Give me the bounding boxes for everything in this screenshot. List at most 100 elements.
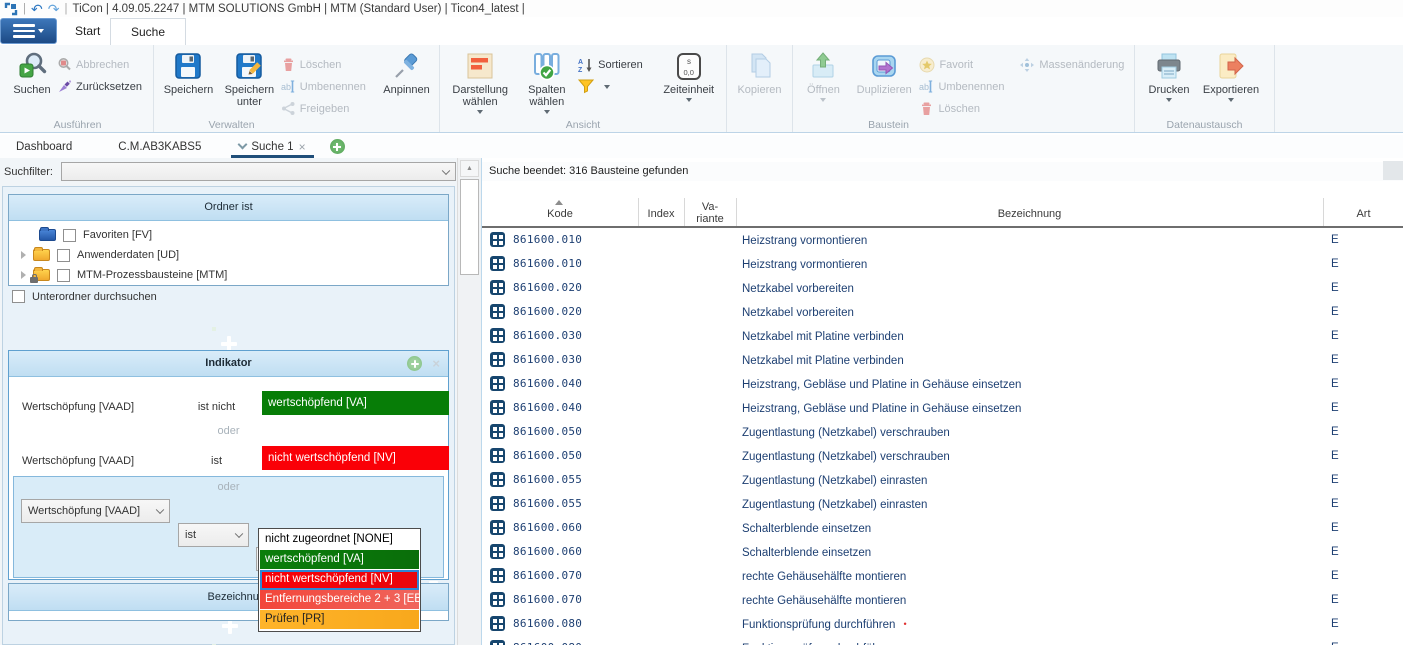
ribbon-group-ansicht: Darstellung wählen Spalten wählen AZ Sor… (440, 45, 727, 132)
table-row[interactable]: 861600.050Zugentlastung (Netzkabel) vers… (482, 444, 1403, 468)
trash-icon (281, 57, 296, 72)
speichern-unter-button[interactable]: Speichern unter (218, 48, 281, 108)
suchfilter-combobox[interactable] (61, 162, 456, 181)
table-row[interactable]: 861600.060Schalterblende einsetzenE (482, 540, 1403, 564)
table-row[interactable]: 861600.030Netzkabel mit Platine verbinde… (482, 348, 1403, 372)
close-indikator-icon[interactable]: × (432, 351, 440, 376)
baustein-icon (490, 544, 505, 559)
loeschen-button: Löschen (281, 55, 379, 74)
exportieren-button[interactable]: Exportieren (1198, 48, 1264, 102)
search-status: Suche beendet: 316 Bausteine gefunden (482, 162, 1403, 181)
results-table-body: 861600.010Heizstrang vormontierenE 86160… (482, 228, 1403, 645)
add-condition-button[interactable] (407, 356, 422, 371)
doc-tab-suche1[interactable]: Suche 1 × (223, 135, 321, 158)
new-tab-button[interactable] (330, 139, 345, 154)
app-menu-button[interactable] (0, 18, 57, 44)
suchen-button[interactable]: Suchen (7, 48, 57, 96)
field-combobox[interactable]: Wertschöpfung [VAAD] (21, 499, 170, 523)
tree-item-anwenderdaten[interactable]: Anwenderdaten [UD] (21, 245, 179, 265)
baustein-icon (490, 592, 505, 607)
table-row[interactable]: 861600.080Funktionsprüfung durchführenE (482, 636, 1403, 645)
drucken-button[interactable]: Drucken (1140, 48, 1198, 102)
tree-item-favoriten[interactable]: Favoriten [FV] (39, 225, 152, 245)
doc-tab-cmab3kabs5[interactable]: C.M.AB3KABS5 (102, 135, 217, 158)
doc-tab-dashboard[interactable]: Dashboard (0, 135, 88, 158)
dropdown-option-none[interactable]: nicht zugeordnet [NONE] (260, 530, 419, 550)
chevron-down-icon (238, 140, 248, 150)
kopieren-button: Kopieren (732, 48, 787, 96)
ordner-ist-box: Ordner ist Favoriten [FV] Anwenderdaten … (8, 194, 449, 286)
sort-ascending-icon (555, 200, 563, 205)
favoriten-checkbox[interactable] (63, 229, 76, 242)
table-row[interactable]: 861600.060Schalterblende einsetzenE (482, 516, 1403, 540)
reset-brush-icon (57, 79, 72, 94)
baustein-icon (490, 256, 505, 271)
table-row[interactable]: 861600.020Netzkabel vorbereitenE (482, 276, 1403, 300)
spalten-waehlen-button[interactable]: Spalten wählen (515, 48, 578, 114)
dropdown-option-va[interactable]: wertschöpfend [VA] (260, 550, 419, 570)
darstellung-waehlen-button[interactable]: Darstellung wählen (445, 48, 515, 114)
table-row[interactable]: 861600.010Heizstrang vormontierenE (482, 228, 1403, 252)
tree-item-mtm-prozessbausteine[interactable]: MTM-Prozessbausteine [MTM] (21, 265, 227, 285)
tab-suche[interactable]: Suche (110, 18, 186, 45)
chevron-down-icon (686, 98, 692, 102)
column-header-index[interactable]: Index (638, 208, 684, 220)
unterordner-row: Unterordner durchsuchen (12, 290, 157, 303)
table-row[interactable]: 861600.080Funktionsprüfung durchführen•E (482, 612, 1403, 636)
table-row[interactable]: 861600.040Heizstrang, Gebläse und Platin… (482, 372, 1403, 396)
column-header-kode[interactable]: Kode (482, 208, 638, 220)
save-as-icon (234, 51, 264, 81)
column-header-variante[interactable]: Va-riante (684, 201, 736, 225)
dropdown-option-eb[interactable]: Entfernungsbereiche 2 + 3 [EB] (260, 590, 419, 610)
ribbon-group-baustein: Öffnen Duplizieren Favorit ab Umbenennen (793, 45, 1135, 132)
folder-yellow-icon (33, 249, 50, 261)
table-row[interactable]: 861600.020Netzkabel vorbereitenE (482, 300, 1403, 324)
abbrechen-button: Abbrechen (57, 55, 142, 74)
filter-button[interactable] (578, 77, 656, 96)
zeiteinheit-button[interactable]: s0,0 Zeiteinheit (656, 48, 721, 102)
chevron-down-icon (1228, 98, 1234, 102)
table-row[interactable]: 861600.050Zugentlastung (Netzkabel) vers… (482, 420, 1403, 444)
table-row[interactable]: 861600.030Netzkabel mit Platine verbinde… (482, 324, 1403, 348)
baustein-icon (490, 520, 505, 535)
content: Suchfilter: Ordner ist Favoriten [FV] An… (0, 158, 1403, 645)
expand-arrow-icon[interactable] (21, 251, 26, 259)
dropdown-option-nv[interactable]: nicht wertschöpfend [NV] (260, 570, 419, 590)
column-header-art[interactable]: Art (1323, 208, 1403, 220)
condition-operator: ist (174, 449, 259, 473)
freigeben-button: Freigeben (281, 99, 379, 118)
value-dropdown-list: nicht zugeordnet [NONE] wertschöpfend [V… (258, 528, 421, 632)
printer-icon (1154, 51, 1184, 81)
scroll-up-button[interactable]: ▲ (460, 160, 479, 177)
table-row[interactable]: 861600.055Zugentlastung (Netzkabel) einr… (482, 468, 1403, 492)
baustein-icon (490, 376, 505, 391)
anwenderdaten-checkbox[interactable] (57, 249, 70, 262)
mtm-checkbox[interactable] (57, 269, 70, 282)
sortieren-button[interactable]: AZ Sortieren (578, 55, 656, 74)
table-row[interactable]: 861600.010Heizstrang vormontierenE (482, 252, 1403, 276)
table-row[interactable]: 861600.070rechte Gehäusehälfte montieren… (482, 564, 1403, 588)
chevron-down-icon (477, 110, 483, 114)
expand-arrow-icon[interactable] (21, 271, 26, 279)
scrollbar-thumb[interactable] (460, 179, 479, 275)
redo-icon[interactable]: ↷ (48, 2, 60, 16)
ribbon-group-ausfuehren: Suchen Abbrechen Zurücksetzen Ausführen (2, 45, 154, 132)
loeschen-baustein-button: Löschen (919, 99, 1019, 118)
undo-icon[interactable]: ↶ (31, 2, 43, 16)
speichern-button[interactable]: Speichern (159, 48, 218, 96)
zuruecksetzen-button[interactable]: Zurücksetzen (57, 77, 142, 96)
tree-item-label: Anwenderdaten [UD] (77, 249, 179, 261)
table-row[interactable]: 861600.040Heizstrang, Gebläse und Platin… (482, 396, 1403, 420)
folder-locked-icon (33, 269, 50, 281)
anpinnen-button[interactable]: Anpinnen (379, 48, 434, 96)
folder-blue-icon (39, 229, 56, 241)
table-row[interactable]: 861600.070rechte Gehäusehälfte montieren… (482, 588, 1403, 612)
unterordner-checkbox[interactable] (12, 290, 25, 303)
operator-combobox[interactable]: ist (178, 523, 249, 547)
close-tab-icon[interactable]: × (299, 140, 306, 154)
dropdown-option-pr[interactable]: Prüfen [PR] (260, 610, 419, 630)
chevron-down-icon (820, 98, 826, 102)
column-header-bezeichnung[interactable]: Bezeichnung (736, 208, 1323, 220)
table-row[interactable]: 861600.055Zugentlastung (Netzkabel) einr… (482, 492, 1403, 516)
left-scrollbar[interactable]: ▲ (457, 158, 481, 645)
